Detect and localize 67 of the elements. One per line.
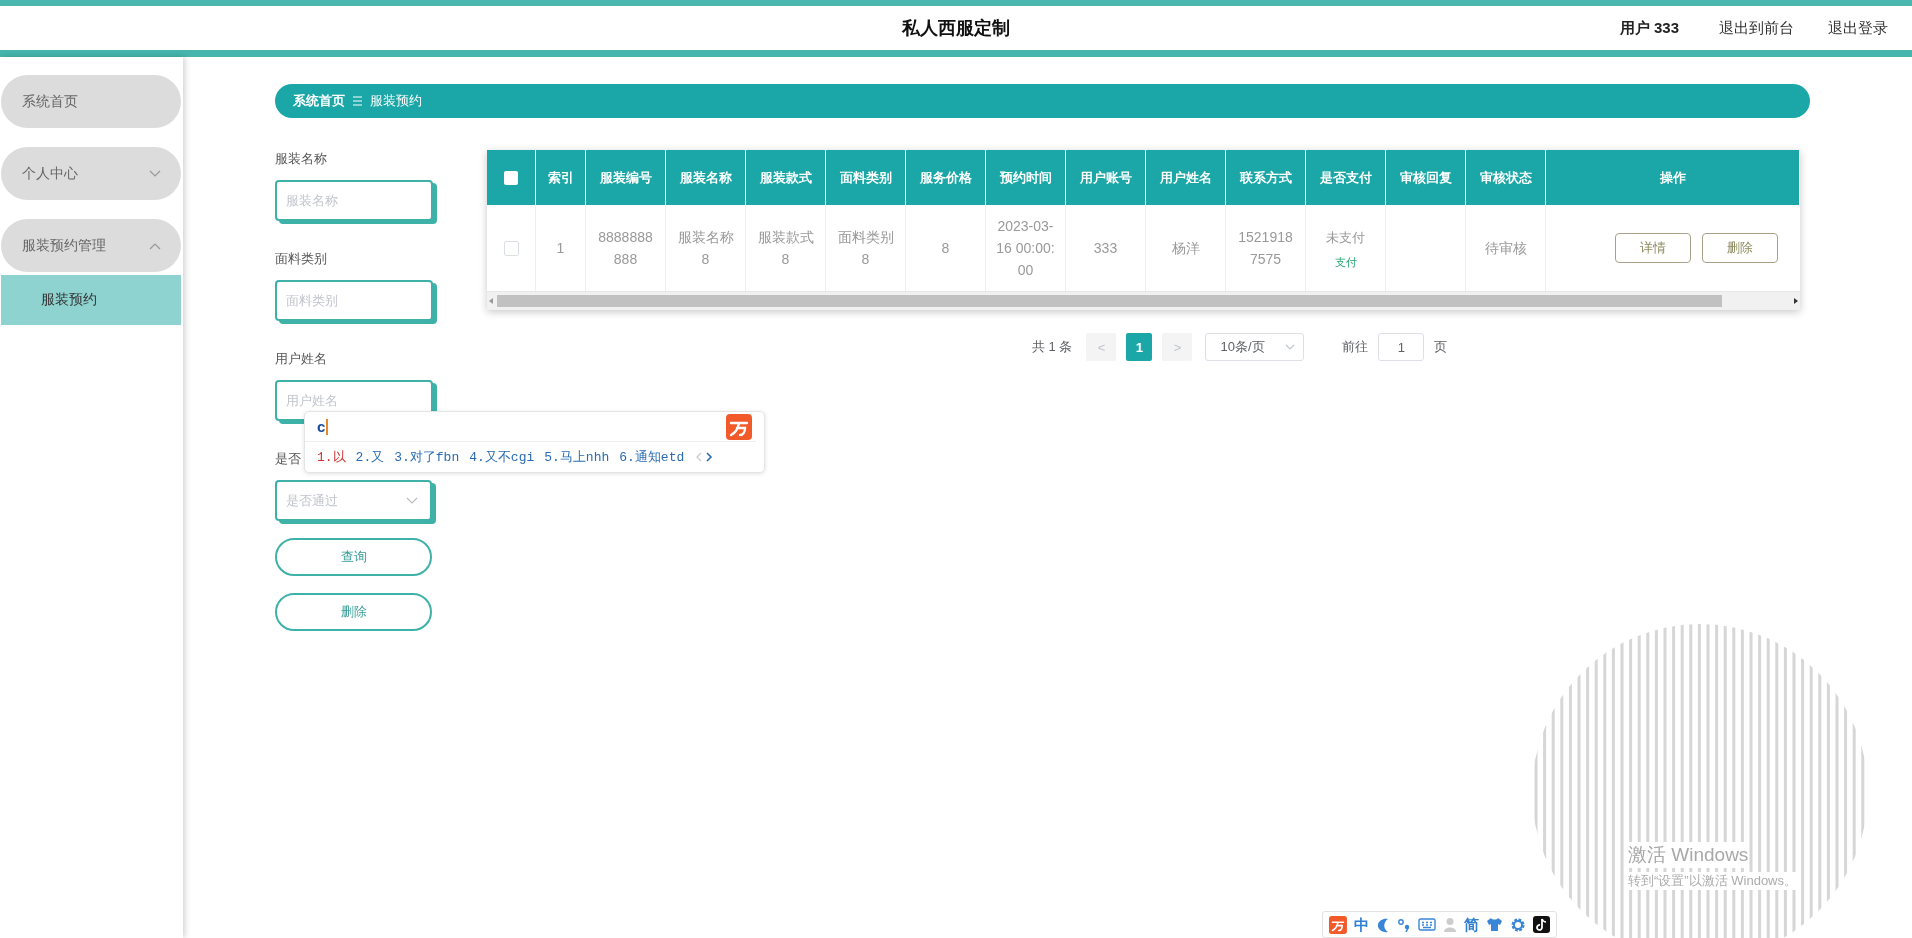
ime-candidate[interactable]: 2.又: [355, 448, 385, 466]
column-header: 用户账号: [1066, 150, 1146, 205]
ime-logo-icon[interactable]: [1329, 915, 1347, 934]
sidebar-item[interactable]: 服装预约管理: [1, 219, 181, 272]
column-header: 审核回复: [1386, 150, 1466, 205]
activation-title: 激活 Windows: [1628, 842, 1749, 868]
ime-candidate[interactable]: 4.又不cgi: [469, 448, 535, 466]
page-number[interactable]: 1: [1126, 333, 1153, 361]
column-header: 服装款式: [746, 150, 826, 205]
column-header: 服装名称: [666, 150, 746, 205]
app-title: 私人西服定制: [902, 17, 1010, 40]
sidebar-item[interactable]: 系统首页: [1, 75, 181, 128]
column-header: 服务价格: [906, 150, 986, 205]
column-header: 用户姓名: [1146, 150, 1226, 205]
field-label: 服装名称: [275, 150, 327, 168]
column-header: 面料类别: [826, 150, 906, 205]
column-header: 操作: [1546, 150, 1800, 205]
page-input[interactable]: 1: [1378, 333, 1425, 361]
row-checkbox[interactable]: [503, 240, 519, 256]
punctuation-icon[interactable]: [1397, 917, 1411, 932]
column-header: 服装编号: [586, 150, 666, 205]
page-unit: 页: [1434, 338, 1448, 356]
column-header: 是否支付: [1306, 150, 1386, 205]
settings-icon[interactable]: [1510, 916, 1526, 933]
keyboard-icon[interactable]: [1418, 918, 1436, 931]
field-label: 是否: [275, 450, 301, 468]
breadcrumb-item[interactable]: 服装预约: [370, 92, 422, 110]
filter-button[interactable]: 删除: [275, 593, 432, 631]
breadcrumb-item[interactable]: 系统首页: [293, 92, 345, 110]
user-name: 用户 333: [1619, 18, 1679, 38]
column-header: 索引: [536, 150, 586, 205]
field-label: 用户姓名: [275, 350, 327, 368]
ime-candidate[interactable]: 6.通知etd: [619, 448, 685, 466]
action-button[interactable]: 详情: [1615, 233, 1691, 263]
ime-candidate[interactable]: 3.对了fbn: [394, 448, 460, 466]
shirt-icon[interactable]: [1486, 917, 1503, 932]
text-field[interactable]: 服装名称: [275, 180, 433, 221]
separator-icon: [353, 96, 362, 106]
script-toggle[interactable]: 简: [1464, 915, 1479, 934]
scroll-right-icon: [1792, 297, 1800, 305]
payment-status: 未支付: [1326, 229, 1365, 247]
header-link[interactable]: 退出登录: [1828, 18, 1888, 38]
text-field[interactable]: 面料类别: [275, 280, 433, 321]
field-label: 面料类别: [275, 250, 327, 268]
total-count: 共 1 条: [1032, 338, 1073, 356]
chevron-down-icon: [1285, 344, 1296, 350]
header-link[interactable]: 退出到前台: [1719, 18, 1794, 38]
sidebar-subitem[interactable]: 服装预约: [1, 275, 181, 325]
select-all-checkbox[interactable]: [504, 170, 518, 185]
moon-icon[interactable]: [1376, 916, 1390, 933]
column-header: 预约时间: [986, 150, 1066, 205]
filter-button[interactable]: 查询: [275, 538, 432, 576]
horizontal-scrollbar[interactable]: [487, 291, 1800, 310]
pay-link[interactable]: 支付: [1334, 255, 1357, 269]
column-header: 审核状态: [1466, 150, 1546, 205]
scroll-left-icon: [487, 297, 495, 305]
page-size-select[interactable]: 10条/页: [1205, 333, 1305, 361]
activation-hint: 转到“设置”以激活 Windows。: [1628, 872, 1797, 890]
action-button[interactable]: 删除: [1702, 233, 1778, 263]
input-mode-toggle[interactable]: 中: [1354, 915, 1369, 934]
column-header: 联系方式: [1226, 150, 1306, 205]
sidebar-item[interactable]: 个人中心: [1, 147, 181, 200]
ime-candidate[interactable]: 5.马上nhh: [544, 448, 610, 466]
chevron-down-icon: [406, 497, 418, 504]
goto-label: 前往: [1342, 338, 1369, 356]
ime-candidate[interactable]: 1.以: [317, 448, 346, 466]
music-note-icon[interactable]: [1533, 916, 1550, 933]
